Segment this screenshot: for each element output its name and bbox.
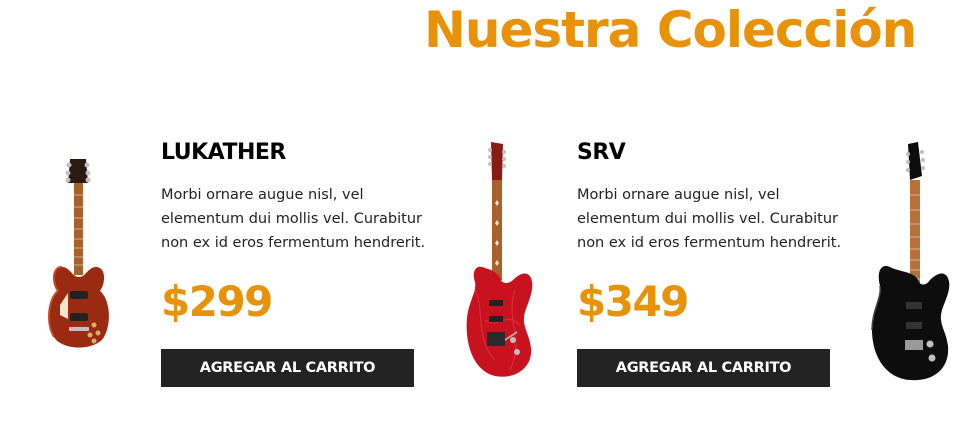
product-name: SRV (577, 140, 626, 165)
product-1-image[interactable] (40, 155, 118, 355)
product-3-image[interactable] (868, 140, 953, 385)
product-description: Morbi ornare augue nisl, vel elementum d… (577, 187, 842, 251)
add-to-cart-button[interactable]: AGREGAR AL CARRITO (577, 349, 830, 387)
product-2-image[interactable] (455, 140, 543, 385)
section-title: Nuestra Colección (424, 1, 917, 59)
product-price: $349 (577, 277, 689, 326)
product-name: LUKATHER (161, 140, 286, 165)
product-description: Morbi ornare augue nisl, vel elementum d… (161, 187, 426, 251)
add-to-cart-button[interactable]: AGREGAR AL CARRITO (161, 349, 414, 387)
product-price: $299 (161, 277, 273, 326)
